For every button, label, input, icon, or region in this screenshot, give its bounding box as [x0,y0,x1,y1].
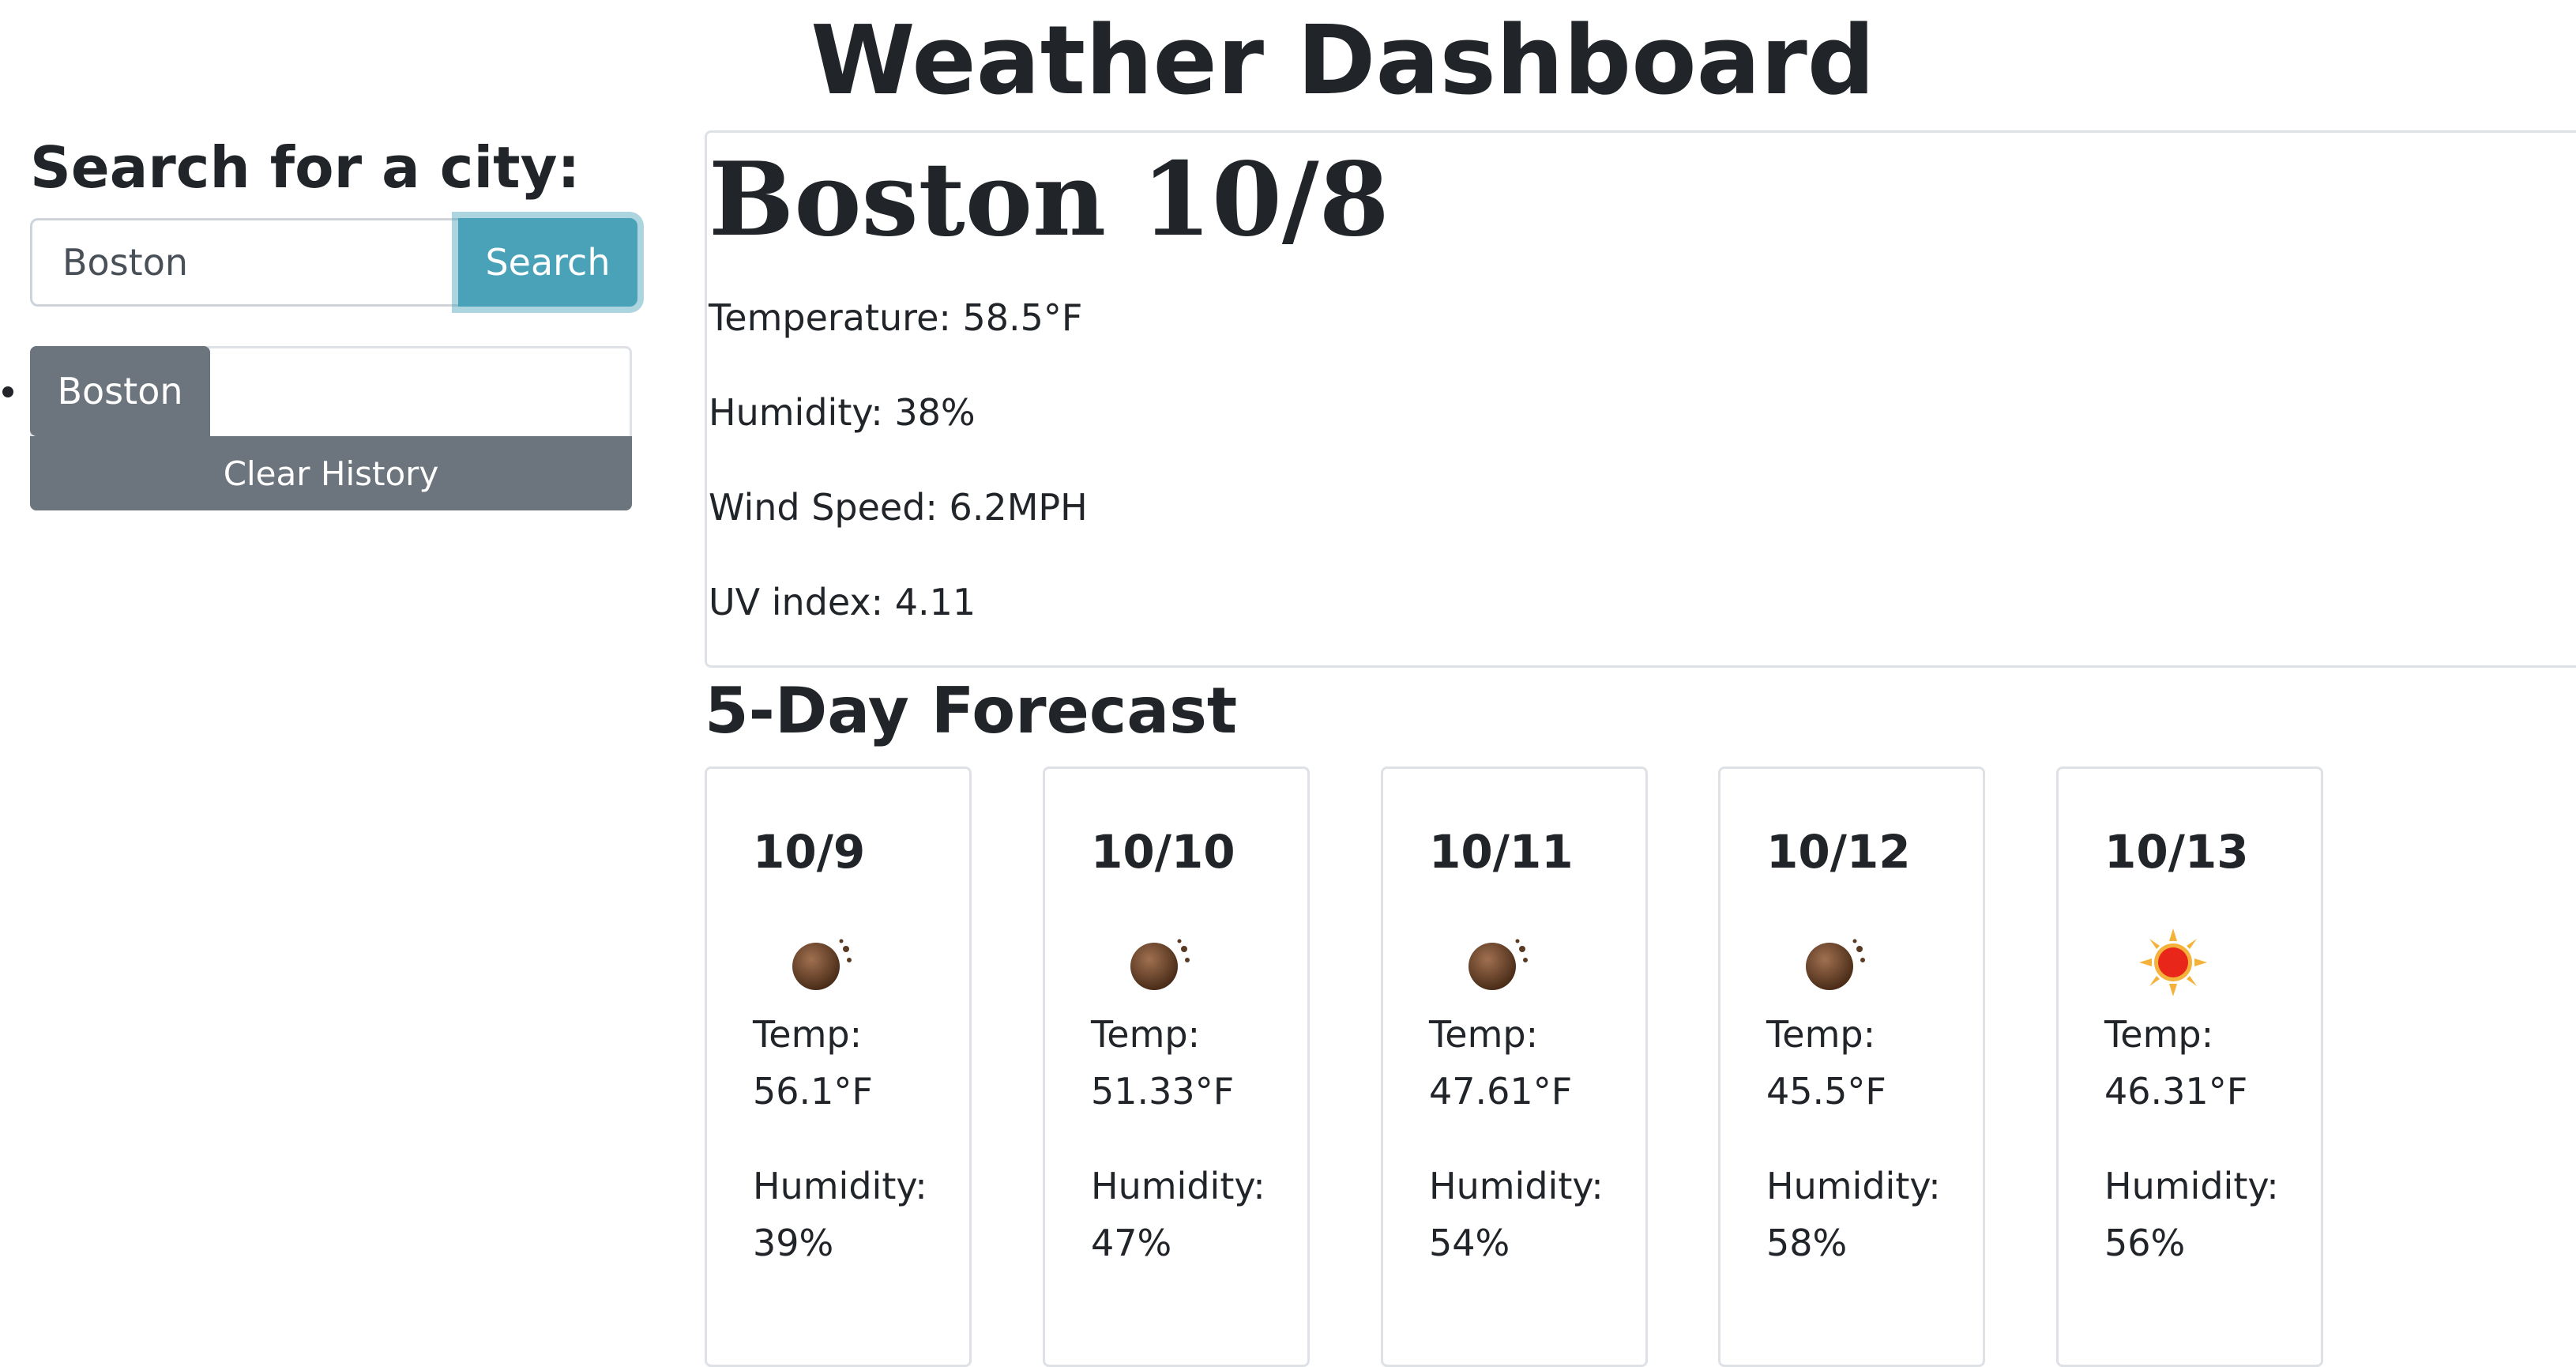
clear-history-button[interactable]: Clear History [30,436,632,510]
forecast-humidity: 58% [1766,1222,1848,1264]
forecast-heading: 5-Day Forecast [705,674,1238,748]
forecast-humidity-label: Humidity: [1766,1165,1941,1207]
forecast-temp: 56.1°F [753,1070,873,1113]
search-history: Boston Clear History [2,346,632,510]
forecast-card: 10/11 Temp: 47.61°F Humidity: 54% [1381,766,1648,1367]
forecast-temp-label: Temp: [1429,1013,1539,1056]
current-weather-card: Boston 10/8 Temperature: 58.5°F Humidity… [705,130,2576,668]
forecast-temp-label: Temp: [1766,1013,1876,1056]
forecast-card: 10/13 Temp: 46.31°F Humidity: 56% [2056,766,2323,1367]
forecast-temp-label: Temp: [2104,1013,2214,1056]
search-button[interactable]: Search [458,218,637,307]
forecast-temp: 47.61°F [1429,1070,1573,1113]
forecast-humidity-label: Humidity: [753,1165,927,1207]
forecast-date: 10/12 [1766,825,1911,879]
light-rain-icon [792,939,852,990]
forecast-card: 10/12 Temp: 45.5°F Humidity: 58% [1718,766,1985,1367]
current-humidity: Humidity: 38% [709,391,976,434]
forecast-temp: 45.5°F [1766,1070,1886,1113]
forecast-date: 10/11 [1429,825,1574,879]
forecast-temp-label: Temp: [1091,1013,1201,1056]
city-search-input[interactable] [30,218,461,307]
current-uv-index: UV index: 4.11 [709,581,976,623]
forecast-humidity-label: Humidity: [1091,1165,1265,1207]
search-heading: Search for a city: [30,134,581,201]
current-wind-speed: Wind Speed: 6.2MPH [709,486,1088,529]
forecast-humidity-label: Humidity: [2104,1165,2279,1207]
forecast-humidity: 47% [1091,1222,1172,1264]
page-title: Weather Dashboard [810,6,1875,116]
forecast-date: 10/10 [1091,825,1235,879]
forecast-temp: 51.33°F [1091,1070,1235,1113]
list-bullet [2,386,13,397]
history-item-boston[interactable]: Boston [30,346,210,436]
sidebar: Search for a city: Search Boston Clear H… [2,134,640,510]
forecast-card: 10/10 Temp: 51.33°F Humidity: 47% [1043,766,1310,1367]
current-temperature: Temperature: 58.5°F [709,296,1083,339]
forecast-temp-label: Temp: [753,1013,863,1056]
forecast-temp: 46.31°F [2104,1070,2248,1113]
light-rain-icon [1806,939,1865,990]
clear-sun-icon [2139,928,2207,996]
forecast-humidity-label: Humidity: [1429,1165,1604,1207]
forecast-humidity: 39% [753,1222,834,1264]
forecast-humidity: 56% [2104,1222,2186,1264]
search-row: Search [30,218,640,307]
light-rain-icon [1469,939,1528,990]
forecast-humidity: 54% [1429,1222,1510,1264]
forecast-date: 10/9 [753,825,866,879]
light-rain-icon [1130,939,1190,990]
forecast-card: 10/9 Temp: 56.1°F Humidity: 39% [705,766,972,1367]
current-city-title: Boston 10/8 [709,141,1390,259]
forecast-date: 10/13 [2104,825,2249,879]
